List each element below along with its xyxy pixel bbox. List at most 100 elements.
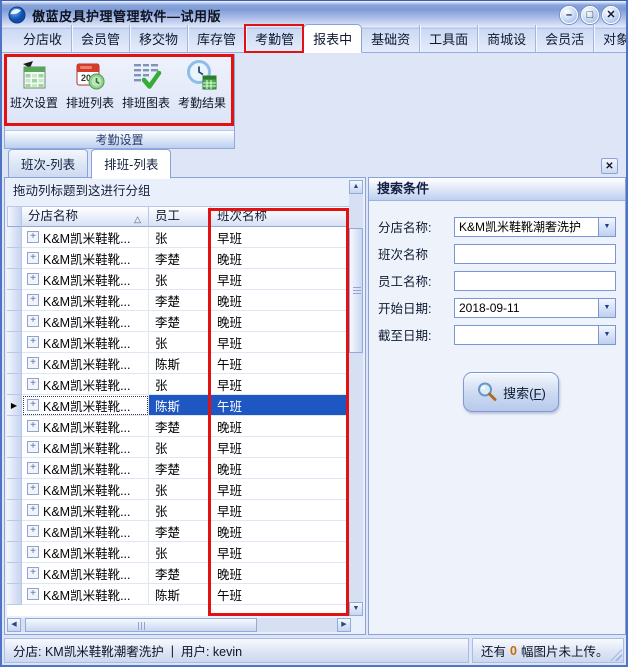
- table-row[interactable]: ▶ + K&M凯米鞋靴... 张 早班: [7, 542, 351, 563]
- resize-grip[interactable]: [610, 649, 622, 661]
- employee-cell[interactable]: 张: [149, 374, 211, 395]
- shift-cell[interactable]: 早班: [211, 332, 351, 353]
- table-row[interactable]: ▶ + K&M凯米鞋靴... 张 早班: [7, 479, 351, 500]
- expand-icon[interactable]: +: [27, 483, 39, 495]
- employee-cell[interactable]: 李楚: [149, 311, 211, 332]
- search-button[interactable]: 搜索(F): [463, 372, 559, 412]
- table-row[interactable]: ▶ + K&M凯米鞋靴... 李楚 晚班: [7, 311, 351, 332]
- row-indicator[interactable]: ▶: [7, 395, 22, 416]
- expand-icon[interactable]: +: [27, 378, 39, 390]
- table-row[interactable]: ▶ + K&M凯米鞋靴... 李楚 晚班: [7, 563, 351, 584]
- row-indicator[interactable]: ▶: [7, 353, 22, 374]
- store-cell[interactable]: + K&M凯米鞋靴...: [22, 542, 149, 563]
- employee-cell[interactable]: 陈斯: [149, 353, 211, 374]
- row-indicator[interactable]: ▶: [7, 542, 22, 563]
- ribbon-tab[interactable]: 分店收: [14, 25, 71, 52]
- expand-icon[interactable]: +: [27, 357, 39, 369]
- schedule-chart-button[interactable]: 排班图表: [118, 57, 174, 129]
- expand-icon[interactable]: +: [27, 294, 39, 306]
- employee-cell[interactable]: 张: [149, 479, 211, 500]
- expand-icon[interactable]: +: [27, 441, 39, 453]
- shift-cell[interactable]: 早班: [211, 500, 351, 521]
- shift-cell[interactable]: 晚班: [211, 290, 351, 311]
- scroll-left-icon[interactable]: ◀: [7, 618, 21, 632]
- shift-setup-button[interactable]: 班次设置: [6, 57, 62, 129]
- employee-cell[interactable]: 张: [149, 437, 211, 458]
- shift-cell[interactable]: 早班: [211, 227, 351, 248]
- shift-cell[interactable]: 晚班: [211, 248, 351, 269]
- row-indicator[interactable]: ▶: [7, 584, 22, 605]
- row-indicator[interactable]: ▶: [7, 311, 22, 332]
- expand-icon[interactable]: +: [27, 231, 39, 243]
- store-cell[interactable]: + K&M凯米鞋靴...: [22, 563, 149, 584]
- store-cell[interactable]: + K&M凯米鞋靴...: [22, 269, 149, 290]
- chevron-down-icon[interactable]: ▼: [598, 326, 615, 344]
- shift-cell[interactable]: 晚班: [211, 563, 351, 584]
- row-indicator[interactable]: ▶: [7, 521, 22, 542]
- table-row[interactable]: ▶ + K&M凯米鞋靴... 张 早班: [7, 500, 351, 521]
- row-indicator[interactable]: ▶: [7, 416, 22, 437]
- ribbon-tab[interactable]: 会员活: [535, 25, 593, 52]
- group-by-hint[interactable]: 拖动列标题到这进行分组: [5, 178, 365, 205]
- store-cell[interactable]: + K&M凯米鞋靴...: [22, 437, 149, 458]
- employee-cell[interactable]: 李楚: [149, 458, 211, 479]
- shift-cell[interactable]: 晚班: [211, 521, 351, 542]
- store-cell[interactable]: + K&M凯米鞋靴...: [22, 353, 149, 374]
- ribbon-tab[interactable]: 对象列: [593, 25, 628, 52]
- row-indicator[interactable]: ▶: [7, 458, 22, 479]
- ribbon-tab[interactable]: 考勤管: [245, 25, 303, 52]
- expand-icon[interactable]: +: [27, 546, 39, 558]
- horizontal-scrollbar[interactable]: ◀ ▶: [7, 618, 351, 632]
- shift-cell[interactable]: 早班: [211, 479, 351, 500]
- table-row[interactable]: ▶ + K&M凯米鞋靴... 张 早班: [7, 374, 351, 395]
- row-indicator[interactable]: ▶: [7, 332, 22, 353]
- row-indicator[interactable]: ▶: [7, 374, 22, 395]
- employee-cell[interactable]: 张: [149, 542, 211, 563]
- store-cell[interactable]: + K&M凯米鞋靴...: [22, 227, 149, 248]
- expand-icon[interactable]: +: [27, 315, 39, 327]
- expand-icon[interactable]: +: [27, 504, 39, 516]
- scroll-up-icon[interactable]: ▲: [349, 180, 363, 194]
- expand-icon[interactable]: +: [27, 567, 39, 579]
- field-input[interactable]: ▼: [454, 271, 616, 291]
- employee-cell[interactable]: 张: [149, 332, 211, 353]
- field-input[interactable]: K&M凯米鞋靴潮奢洗护 ▼: [454, 217, 616, 237]
- scroll-down-icon[interactable]: ▼: [349, 602, 363, 616]
- table-row[interactable]: ▶ + K&M凯米鞋靴... 张 早班: [7, 227, 351, 248]
- expand-icon[interactable]: +: [27, 588, 39, 600]
- table-row[interactable]: ▶ + K&M凯米鞋靴... 李楚 晚班: [7, 290, 351, 311]
- expand-icon[interactable]: +: [27, 420, 39, 432]
- document-close-icon[interactable]: ✕: [601, 158, 618, 174]
- store-cell[interactable]: + K&M凯米鞋靴...: [22, 311, 149, 332]
- shift-cell[interactable]: 早班: [211, 437, 351, 458]
- scroll-right-icon[interactable]: ▶: [337, 618, 351, 632]
- table-row[interactable]: ▶ + K&M凯米鞋靴... 陈斯 午班: [7, 584, 351, 605]
- shift-cell[interactable]: 午班: [211, 395, 351, 416]
- shift-cell[interactable]: 晚班: [211, 311, 351, 332]
- ribbon-tab[interactable]: 会员管: [71, 25, 129, 52]
- shift-cell[interactable]: 早班: [211, 269, 351, 290]
- employee-cell[interactable]: 李楚: [149, 563, 211, 584]
- shift-cell[interactable]: 午班: [211, 584, 351, 605]
- shift-cell[interactable]: 早班: [211, 374, 351, 395]
- store-cell[interactable]: + K&M凯米鞋靴...: [22, 332, 149, 353]
- row-indicator[interactable]: ▶: [7, 479, 22, 500]
- shift-cell[interactable]: 晚班: [211, 458, 351, 479]
- store-cell[interactable]: + K&M凯米鞋靴...: [22, 395, 149, 416]
- employee-cell[interactable]: 李楚: [149, 521, 211, 542]
- employee-cell[interactable]: 李楚: [149, 416, 211, 437]
- grid-header-store[interactable]: 分店名称 △: [22, 206, 149, 227]
- field-input[interactable]: ▼: [454, 325, 616, 345]
- maximize-button[interactable]: □: [581, 6, 599, 24]
- store-cell[interactable]: + K&M凯米鞋靴...: [22, 374, 149, 395]
- table-row[interactable]: ▶ + K&M凯米鞋靴... 李楚 晚班: [7, 248, 351, 269]
- chevron-down-icon[interactable]: ▼: [598, 299, 615, 317]
- row-indicator[interactable]: ▶: [7, 437, 22, 458]
- shift-cell[interactable]: 午班: [211, 353, 351, 374]
- store-cell[interactable]: + K&M凯米鞋靴...: [22, 248, 149, 269]
- ribbon-tab[interactable]: 工具面: [419, 25, 477, 52]
- row-indicator[interactable]: ▶: [7, 500, 22, 521]
- document-tab[interactable]: 班次-列表: [8, 149, 88, 178]
- row-indicator[interactable]: ▶: [7, 290, 22, 311]
- store-cell[interactable]: + K&M凯米鞋靴...: [22, 500, 149, 521]
